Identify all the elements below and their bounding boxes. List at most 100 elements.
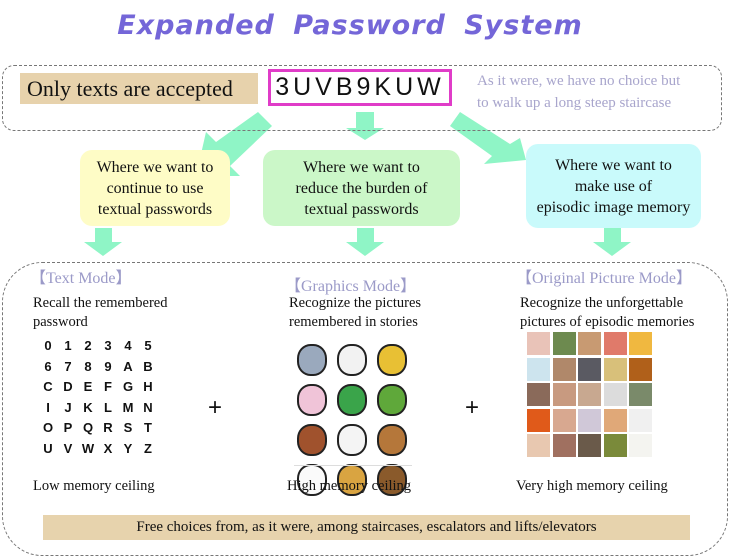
character-cell: S [123, 420, 133, 435]
photo-thumbnail [527, 332, 550, 355]
plus-sign: + [208, 394, 223, 421]
character-cell: W [81, 440, 95, 456]
expanded-password-diagram: Expanded Password System Only texts are … [0, 0, 730, 558]
character-cell: J [64, 399, 72, 415]
character-cell: P [63, 420, 73, 435]
context-line: continue to use [106, 179, 204, 197]
password-example: 3UVB9KUW [268, 69, 452, 106]
photo-thumbnail [527, 408, 550, 432]
text-mode-title: 【Text Mode】 [30, 270, 132, 287]
photo-thumbnail [578, 332, 601, 355]
character-cell: 1 [64, 338, 72, 353]
staircase-note: As it were, we have no choice but to wal… [477, 70, 680, 114]
photo-thumbnail [552, 357, 576, 381]
context-box-reduce: Where we want to reduce the burden of te… [263, 150, 460, 226]
character-cell: D [63, 379, 73, 394]
original-mode-desc: Recognize the unforgettable pictures of e… [520, 294, 694, 332]
photo-thumbnail [552, 408, 576, 432]
character-cell: R [103, 420, 113, 435]
photo-thumbnail [603, 332, 627, 355]
character-cell: Z [144, 440, 152, 456]
character-cell: 3 [104, 338, 112, 353]
snake-icon [377, 384, 407, 416]
note-line-1: As it were, we have no choice but [477, 73, 681, 89]
note-line-2: to walk up a long steep staircase [477, 95, 672, 111]
photo-thumbnail [552, 434, 576, 457]
original-picture-mode-title: 【Original Picture Mode】 [516, 270, 692, 287]
photo-thumbnail [603, 434, 627, 457]
tiger-icon [377, 344, 407, 376]
photo-thumbnail [527, 383, 550, 406]
character-cell: V [63, 440, 73, 456]
only-texts-label: Only texts are accepted [20, 73, 258, 104]
character-cell: 6 [44, 358, 52, 374]
character-cell: T [144, 420, 152, 435]
photo-thumbnail [603, 383, 627, 406]
context-line: Where we want to [555, 156, 672, 174]
monkey-icon [377, 424, 407, 456]
photo-grid [527, 332, 655, 460]
photo-thumbnail [629, 332, 652, 355]
character-cell: E [83, 379, 93, 394]
character-cell: U [43, 440, 53, 456]
context-line: episodic image memory [536, 198, 691, 216]
photo-thumbnail [578, 383, 601, 406]
desc-line: password [33, 314, 88, 330]
character-cell: L [104, 399, 112, 415]
photo-thumbnail [578, 357, 601, 381]
animal-picture-grid [292, 340, 412, 500]
character-cell: K [83, 399, 93, 415]
photo-thumbnail [629, 408, 652, 432]
text-mode-ceiling: Low memory ceiling [33, 478, 155, 494]
character-cell: 8 [84, 358, 92, 374]
context-line: reduce the burden of [295, 179, 428, 197]
rabbit-icon [297, 384, 327, 416]
graphics-mode-desc: Recognize the pictures remembered in stor… [289, 294, 421, 332]
context-line: textual passwords [97, 200, 213, 218]
character-cell: M [122, 399, 134, 415]
free-choice-banner: Free choices from, as it were, among sta… [43, 515, 690, 540]
context-line: make use of [574, 177, 653, 195]
dragon-icon [337, 384, 367, 416]
character-cell: 7 [64, 358, 72, 374]
desc-line: pictures of episodic memories [520, 314, 695, 330]
character-cell: 2 [84, 338, 92, 353]
context-box-episodic: Where we want to make use of episodic im… [526, 144, 701, 228]
graphics-mode-title: 【Graphics Mode】 [285, 278, 417, 295]
ox-icon [337, 344, 367, 376]
photo-thumbnail [578, 408, 601, 432]
context-line: Where we want to [96, 158, 214, 176]
photo-thumbnail [629, 434, 652, 457]
character-cell: H [143, 379, 153, 394]
context-line: Where we want to [303, 158, 420, 176]
context-line: textual passwords [304, 200, 419, 218]
character-cell: B [143, 358, 153, 374]
context-box-continue: Where we want to continue to use textual… [80, 150, 230, 226]
arrow-down-3 [593, 228, 631, 256]
character-grid: 012345 6789AB CDEFGH IJKLMN OPQRST UVWXYZ [38, 338, 158, 461]
character-cell: Y [123, 440, 133, 456]
arrow-down-1 [84, 228, 122, 256]
character-cell: I [46, 399, 50, 415]
plus-sign: + [465, 394, 480, 421]
sheep-icon [337, 424, 367, 456]
character-cell: 0 [44, 338, 52, 353]
rat-icon [297, 344, 327, 376]
photo-thumbnail [629, 383, 652, 406]
character-cell: C [43, 379, 53, 394]
text-mode-desc: Recall the remembered password [33, 294, 167, 332]
photo-thumbnail [527, 357, 550, 381]
character-cell: 5 [144, 338, 152, 353]
character-cell: G [122, 379, 134, 394]
divider [294, 465, 412, 466]
photo-thumbnail [578, 434, 601, 457]
desc-line: Recall the remembered [33, 295, 168, 311]
character-cell: N [143, 399, 153, 415]
photo-thumbnail [552, 383, 576, 406]
horse-icon [297, 424, 327, 456]
character-cell: F [104, 379, 112, 394]
character-cell: A [123, 358, 133, 374]
photo-thumbnail [629, 357, 652, 381]
original-mode-ceiling: Very high memory ceiling [516, 478, 668, 494]
photo-thumbnail [552, 332, 576, 355]
